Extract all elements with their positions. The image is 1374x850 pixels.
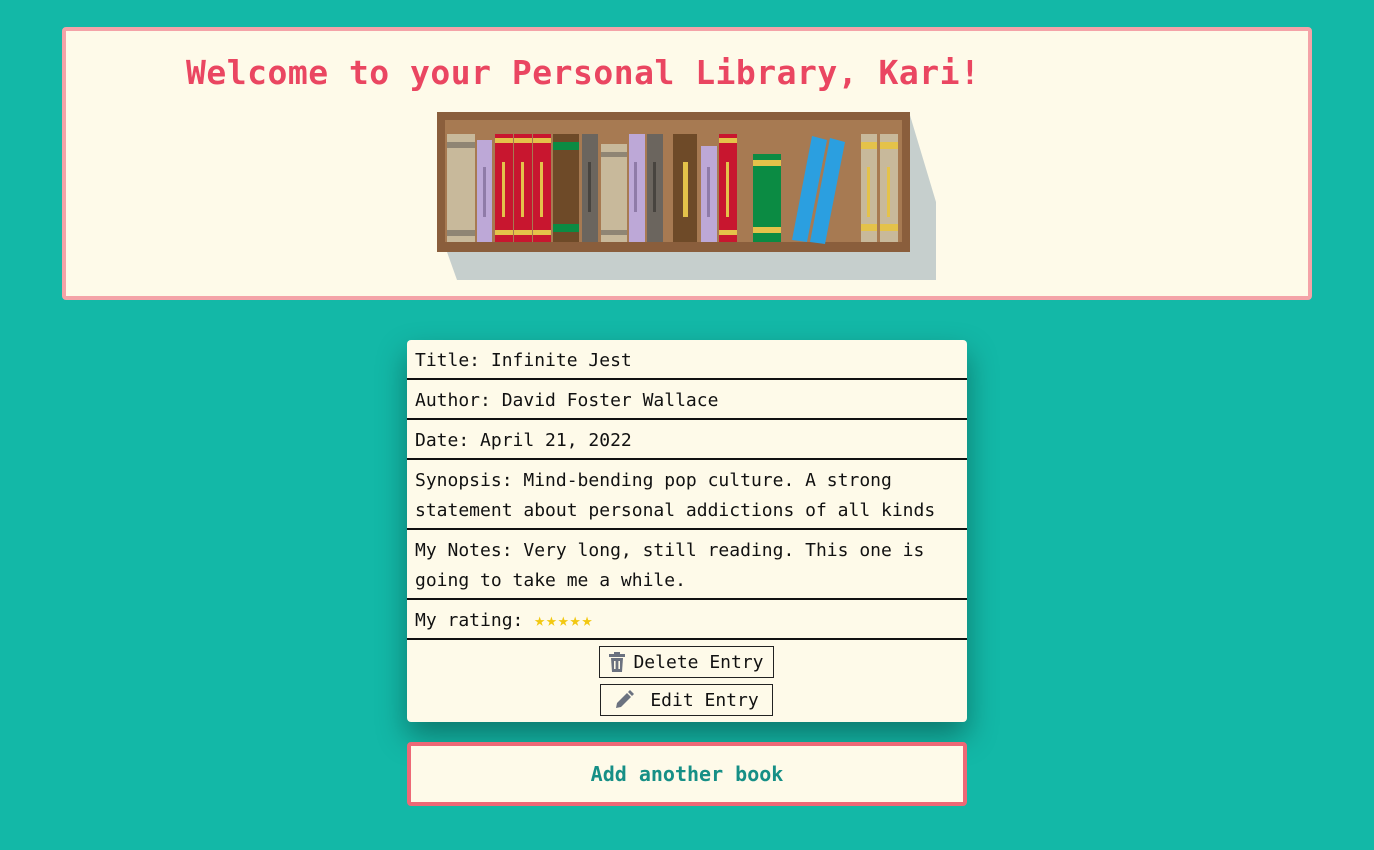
- add-book-button[interactable]: Add another book: [407, 742, 967, 806]
- entry-date: Date: April 21, 2022: [407, 420, 967, 460]
- bookshelf-illustration: [437, 112, 936, 280]
- entry-rating: My rating: ★★★★★: [407, 600, 967, 640]
- synopsis-line-2: statement about personal addictions of a…: [415, 500, 936, 521]
- entry-actions: Delete Entry Edit Entry: [407, 640, 967, 720]
- entry-title: Title: Infinite Jest: [407, 340, 967, 380]
- entry-notes: My Notes: Very long, still reading. This…: [407, 530, 967, 600]
- page-title: Welcome to your Personal Library, Kari!: [186, 53, 981, 92]
- edit-entry-label: Edit Entry: [650, 689, 759, 711]
- trash-icon: [609, 652, 626, 672]
- edit-entry-button[interactable]: Edit Entry: [600, 684, 773, 716]
- entry-synopsis: Synopsis: Mind-bending pop culture. A st…: [407, 460, 967, 530]
- rating-stars: ★★★★★: [534, 610, 594, 631]
- book-entry-card: Title: Infinite Jest Author: David Foste…: [407, 340, 967, 722]
- rating-label: My rating:: [415, 610, 524, 631]
- pencil-icon: [616, 690, 635, 708]
- notes-line-2: going to take me a while.: [415, 570, 686, 591]
- entry-author: Author: David Foster Wallace: [407, 380, 967, 420]
- synopsis-line-1: Synopsis: Mind-bending pop culture. A st…: [415, 470, 892, 491]
- delete-entry-label: Delete Entry: [633, 651, 764, 673]
- notes-line-1: My Notes: Very long, still reading. This…: [415, 540, 925, 561]
- header-banner: Welcome to your Personal Library, Kari!: [62, 27, 1312, 300]
- delete-entry-button[interactable]: Delete Entry: [599, 646, 774, 678]
